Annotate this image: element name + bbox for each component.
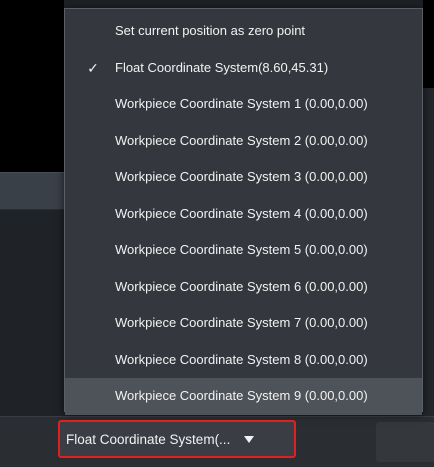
menu-item-label: Workpiece Coordinate System 3 (0.00,0.00…	[115, 169, 368, 184]
menu-item-label: Workpiece Coordinate System 7 (0.00,0.00…	[115, 315, 368, 330]
menu-item-workpiece-cs-9[interactable]: Workpiece Coordinate System 9 (0.00,0.00…	[65, 378, 422, 415]
menu-item-workpiece-cs-4[interactable]: Workpiece Coordinate System 4 (0.00,0.00…	[65, 196, 422, 233]
menu-item-label: Set current position as zero point	[115, 23, 306, 38]
check-icon: ✓	[87, 59, 99, 76]
menu-item-label: Workpiece Coordinate System 2 (0.00,0.00…	[115, 132, 368, 148]
menu-item-float-coordinate-system[interactable]: ✓ Float Coordinate System(8.60,45.31)	[65, 50, 422, 87]
menu-item-workpiece-cs-5[interactable]: Workpiece Coordinate System 5 (0.00,0.00…	[65, 232, 422, 269]
menu-item-label: Workpiece Coordinate System 1 (0.00,0.00…	[115, 96, 368, 111]
menu-item-workpiece-cs-1[interactable]: Workpiece Coordinate System 1 (0.00,0.00…	[65, 86, 422, 123]
background-panel	[0, 210, 64, 416]
coordinate-system-dropdown[interactable]: Float Coordinate System(...	[58, 420, 296, 458]
menu-item-workpiece-cs-2[interactable]: Workpiece Coordinate System 2 (0.00,0.00…	[65, 123, 422, 160]
menu-item-label: Workpiece Coordinate System 9 (0.00,0.00…	[115, 388, 368, 403]
menu-item-workpiece-cs-3[interactable]: Workpiece Coordinate System 3 (0.00,0.00…	[65, 159, 422, 196]
background-right-viewport	[423, 0, 434, 88]
coordinate-system-menu: Set current position as zero point ✓ Flo…	[64, 8, 423, 415]
menu-item-workpiece-cs-8[interactable]: Workpiece Coordinate System 8 (0.00,0.00…	[65, 342, 422, 379]
menu-item-label: Workpiece Coordinate System 6 (0.00,0.00…	[115, 278, 368, 294]
background-viewport-panel	[0, 0, 64, 172]
menu-item-workpiece-cs-7[interactable]: Workpiece Coordinate System 7 (0.00,0.00…	[65, 305, 422, 342]
toolbar-button[interactable]	[376, 422, 434, 462]
menu-item-set-zero-point[interactable]: Set current position as zero point	[65, 13, 422, 50]
menu-item-label: Workpiece Coordinate System 4 (0.00,0.00…	[115, 205, 368, 221]
menu-item-label: Float Coordinate System(8.60,45.31)	[115, 59, 329, 75]
menu-item-label: Workpiece Coordinate System 5 (0.00,0.00…	[115, 242, 368, 257]
menu-item-label: Workpiece Coordinate System 8 (0.00,0.00…	[115, 351, 368, 367]
menu-item-workpiece-cs-6[interactable]: Workpiece Coordinate System 6 (0.00,0.00…	[65, 269, 422, 306]
caret-down-icon	[244, 435, 255, 443]
dropdown-selected-value: Float Coordinate System(...	[66, 431, 231, 447]
background-panel-header	[0, 172, 64, 210]
